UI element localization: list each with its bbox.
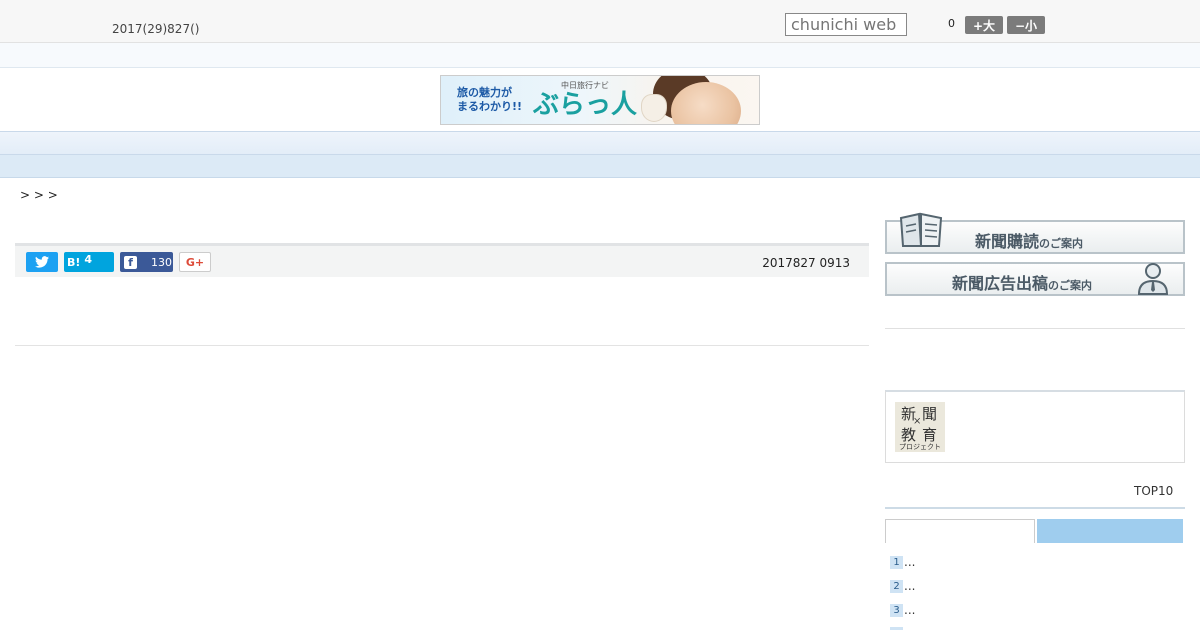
banner-seashell bbox=[641, 94, 667, 122]
travel-banner-ad[interactable]: 旅の魅力が まるわかり!! 中日旅行ナビ ぶらっ人 bbox=[440, 75, 760, 125]
google-plus-button[interactable]: G+ bbox=[179, 252, 211, 272]
hatena-icon: B! bbox=[67, 255, 81, 269]
header-strip bbox=[0, 43, 1200, 68]
font-smaller-button[interactable]: −小 bbox=[1007, 16, 1045, 34]
rank-title: ... bbox=[904, 603, 916, 617]
ranking-item[interactable]: 3 ... bbox=[890, 603, 915, 617]
breadcrumb[interactable]: > > > bbox=[20, 188, 58, 202]
rank-number: 3 bbox=[890, 603, 903, 617]
rank-number: 2 bbox=[890, 579, 903, 593]
businessman-icon bbox=[1137, 263, 1169, 295]
ranking-title: TOP10 bbox=[1134, 484, 1174, 498]
rank-title: ... bbox=[904, 555, 916, 569]
twitter-share-button[interactable] bbox=[26, 252, 58, 272]
banner-tagline: 旅の魅力が まるわかり!! bbox=[457, 86, 523, 113]
share-bar: B! 4 f 130 G+ 2017827 0913 bbox=[15, 243, 869, 277]
article-divider bbox=[15, 345, 869, 346]
ranking-tab-1[interactable] bbox=[885, 519, 1035, 543]
sidebar-divider bbox=[885, 328, 1185, 329]
ranking-item[interactable]: 2 ... bbox=[890, 579, 915, 593]
subscription-banner-text: 新聞購読のご案内 bbox=[975, 232, 1084, 251]
advertising-banner-text: 新聞広告出稿のご案内 bbox=[952, 274, 1093, 293]
hatena-count: 4 bbox=[84, 252, 93, 266]
ranking-tab-2[interactable] bbox=[1037, 519, 1183, 543]
global-nav bbox=[0, 131, 1200, 155]
font-size-indicator: 0 bbox=[948, 17, 955, 30]
advertising-info-banner[interactable]: 新聞広告出稿のご案内 bbox=[885, 262, 1185, 296]
twitter-icon bbox=[35, 256, 49, 268]
banner-brand: ぶらっ人 bbox=[533, 90, 638, 120]
newspaper-book-icon bbox=[899, 212, 943, 247]
facebook-count: 130 bbox=[151, 255, 172, 269]
font-larger-button[interactable]: +大 bbox=[965, 16, 1003, 34]
rank-title: ... bbox=[904, 579, 916, 593]
rank-number: 1 bbox=[890, 555, 903, 569]
sub-nav bbox=[0, 155, 1200, 178]
article-published-date: 2017827 0913 bbox=[762, 256, 850, 270]
ranking-item[interactable]: 1 ... bbox=[890, 555, 915, 569]
facebook-share-button[interactable]: f 130 bbox=[120, 252, 173, 272]
ranking-divider bbox=[885, 507, 1185, 509]
newspaper-education-project-box: 新 聞 × 教 育 プロジェクト bbox=[885, 390, 1185, 463]
newspaper-education-logo[interactable]: 新 聞 × 教 育 プロジェクト bbox=[895, 402, 945, 452]
subscription-info-banner[interactable]: 新聞購読のご案内 bbox=[885, 212, 1185, 254]
facebook-icon: f bbox=[124, 255, 137, 269]
current-date: 2017(29)827() bbox=[112, 22, 200, 36]
search-input[interactable] bbox=[785, 13, 907, 36]
hatena-bookmark-button[interactable]: B! 4 bbox=[64, 252, 114, 272]
